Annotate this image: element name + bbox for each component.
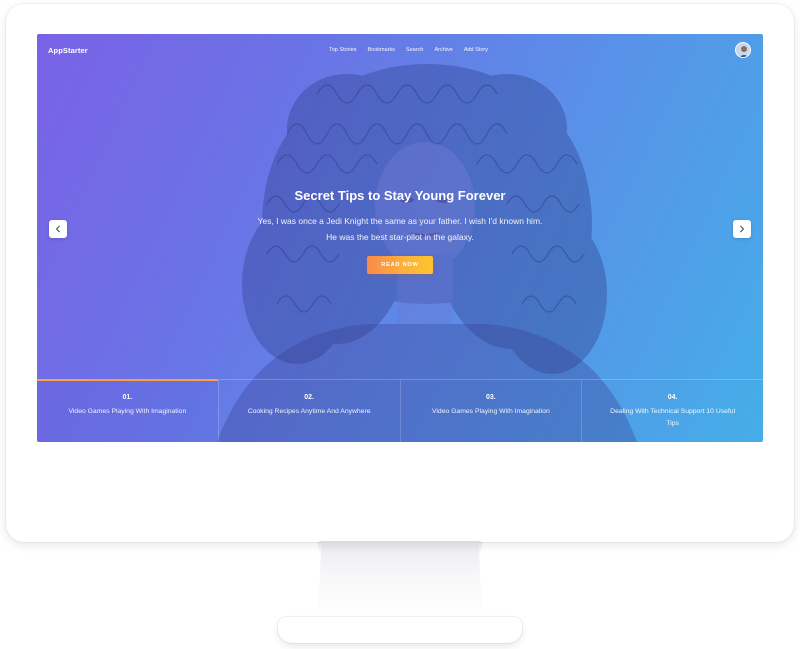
chevron-left-icon xyxy=(56,225,60,233)
story-tab-number: 02. xyxy=(304,394,314,401)
screen: AppStarter Top Stories Bookmarks Search … xyxy=(37,34,763,442)
story-tab-number: 04. xyxy=(667,394,678,401)
story-tab-2[interactable]: 02. Cooking Recipes Anytime And Anywhere xyxy=(217,380,400,442)
brand-logo[interactable]: AppStarter xyxy=(48,46,88,55)
story-tab-title: Video Games Playing With Imagination xyxy=(432,408,550,415)
nav-link-archive[interactable]: Archive xyxy=(434,47,452,53)
read-now-button[interactable]: READ NOW xyxy=(367,256,433,274)
chevron-right-icon xyxy=(740,225,744,233)
avatar-image xyxy=(736,43,750,57)
story-tab-1[interactable]: 01. Video Games Playing With Imagination xyxy=(37,379,218,442)
monitor-stand-base xyxy=(278,617,522,643)
nav-link-add-story[interactable]: Add Story xyxy=(464,47,488,53)
story-tab-3[interactable]: 03. Video Games Playing With Imagination xyxy=(399,380,582,442)
nav-link-search[interactable]: Search xyxy=(406,47,423,53)
monitor-stand-shadow xyxy=(318,541,482,553)
story-tab-title: Video Games Playing With Imagination xyxy=(68,408,187,415)
next-slide-button[interactable] xyxy=(733,220,751,238)
hero-title-rest: to Stay Young Forever xyxy=(364,188,506,203)
hero-title: Secret Tips to Stay Young Forever xyxy=(37,188,763,203)
previous-slide-button[interactable] xyxy=(49,220,67,238)
main-menu: Top Stories Bookmarks Search Archive Add… xyxy=(329,47,488,53)
user-avatar[interactable] xyxy=(735,42,751,58)
story-tab-number: 03. xyxy=(486,394,496,401)
story-tab-number: 01. xyxy=(122,394,133,401)
story-tabs: 01. Video Games Playing With Imagination… xyxy=(37,379,763,442)
top-navigation: AppStarter Top Stories Bookmarks Search … xyxy=(37,34,763,68)
hero-description-line-1: Yes, I was once a Jedi Knight the same a… xyxy=(257,216,543,226)
story-tab-4[interactable]: 04. Dealing With Technical Support 10 Us… xyxy=(581,380,763,442)
hero-title-bold: Secret Tips xyxy=(294,188,365,203)
story-tab-title: Cooking Recipes Anytime And Anywhere xyxy=(247,408,371,415)
hero-description: Yes, I was once a Jedi Knight the same a… xyxy=(200,213,600,245)
nav-link-top-stories[interactable]: Top Stories xyxy=(329,47,357,53)
nav-link-bookmarks[interactable]: Bookmarks xyxy=(368,47,396,53)
story-tab-title: Dealing With Technical Support 10 Useful… xyxy=(610,408,736,427)
hero-description-line-2: He was the best star-pilot in the galaxy… xyxy=(326,232,474,242)
